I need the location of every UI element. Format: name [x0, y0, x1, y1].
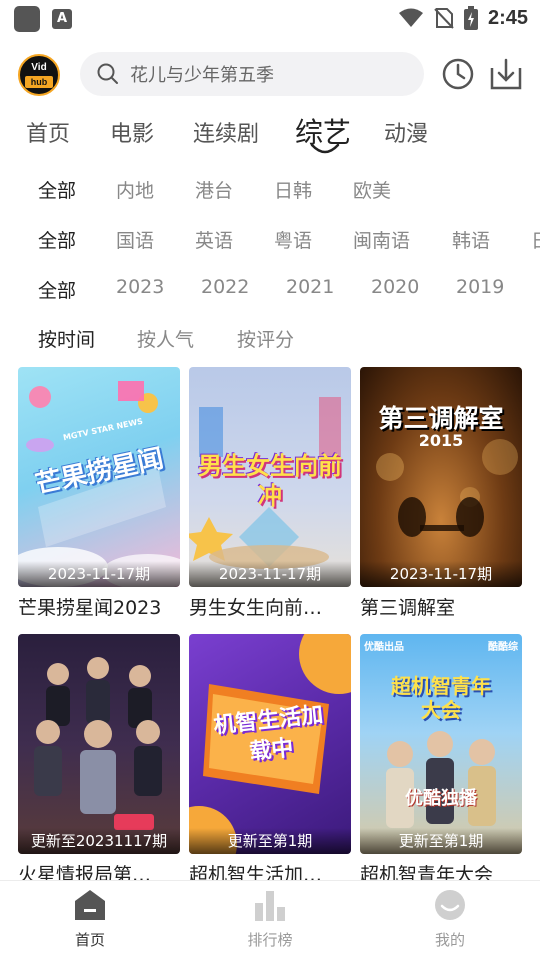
filter-year-2022[interactable]: 2022 [201, 276, 249, 298]
nav-home-label: 首页 [74, 931, 105, 949]
filter-lang-cantonese[interactable]: 粤语 [274, 226, 312, 253]
bottom-navigation: 首页 排行榜 我的 [0, 880, 540, 960]
tab-series[interactable]: 连续剧 [193, 116, 259, 148]
logo-text-bottom: hub [25, 76, 53, 88]
app-square-icon [14, 6, 40, 32]
episode-badge: 更新至第1期 [189, 828, 351, 854]
filter-row-sort: 按时间 按人气 按评分 [0, 321, 540, 355]
poster-art [386, 731, 496, 828]
video-card[interactable]: 第三调解室 2015 2023-11-17期 第三调解室 [360, 367, 522, 620]
filter-row-language: 全部 国语 英语 粤语 闽南语 韩语 日 [0, 222, 540, 256]
poster-corner-left: 优酷出品 [364, 642, 404, 653]
status-time: 2:45 [487, 6, 528, 29]
nav-ranking-label: 排行榜 [247, 931, 293, 949]
filter-lang-korean[interactable]: 韩语 [452, 226, 490, 253]
episode-badge: 2023-11-17期 [189, 561, 351, 587]
filter-lang-all[interactable]: 全部 [38, 226, 76, 253]
tab-home[interactable]: 首页 [26, 116, 70, 148]
filter-region-jpkr[interactable]: 日韩 [274, 176, 312, 203]
episode-badge: 2023-11-17期 [18, 561, 180, 587]
app-logo[interactable]: Vid hub [18, 54, 60, 96]
a-notification-icon: A [52, 9, 72, 29]
search-placeholder: 花儿与少年第五季 [130, 65, 274, 86]
filter-row-region: 全部 内地 港台 日韩 欧美 [0, 172, 540, 206]
episode-badge: 更新至20231117期 [18, 828, 180, 854]
filter-region-mainland[interactable]: 内地 [116, 176, 154, 203]
video-card[interactable]: 更新至20231117期 火星情报局第… [18, 634, 180, 887]
video-card[interactable]: 机智生活加载中 更新至第1期 超机智生活加… [189, 634, 351, 887]
filter-year-2020[interactable]: 2020 [371, 276, 419, 298]
top-header: Vid hub 花儿与少年第五季 [0, 48, 540, 104]
nav-ranking[interactable]: 排行榜 [220, 889, 320, 950]
sort-by-popularity[interactable]: 按人气 [137, 325, 194, 352]
filter-region-all[interactable]: 全部 [38, 176, 76, 203]
wifi-icon [398, 8, 423, 27]
poster-title-text: 超机智青年大会 [391, 674, 491, 722]
episode-badge: 2023-11-17期 [360, 561, 522, 587]
filter-lang-english[interactable]: 英语 [195, 226, 233, 253]
category-tabs: 首页 电影 连续剧 综艺 动漫 [0, 108, 540, 160]
filter-lang-minnan[interactable]: 闽南语 [353, 226, 410, 253]
filter-year-2023[interactable]: 2023 [116, 276, 164, 298]
poster-title-text: 第三调解室 [378, 404, 504, 433]
status-bar: A 2:45 [0, 0, 540, 36]
sort-by-time[interactable]: 按时间 [38, 325, 95, 352]
download-icon[interactable] [488, 56, 524, 92]
video-card[interactable]: 优酷出品 酷酷综 超机智青年大会 优酷独播 更新至第1期 超机智青年大会 [360, 634, 522, 887]
battery-charging-icon [463, 6, 478, 30]
nav-profile-label: 我的 [434, 931, 465, 949]
poster-title-text: 男生女生向前冲 [198, 452, 342, 510]
filter-region-euus[interactable]: 欧美 [353, 176, 391, 203]
video-card[interactable]: 芒果捞星闻 MGTV STAR NEWS 2023-11-17期 芒果捞星闻20… [18, 367, 180, 620]
filter-lang-japanese[interactable]: 日 [531, 226, 540, 253]
home-icon [75, 890, 105, 920]
episode-badge: 更新至第1期 [360, 828, 522, 854]
nav-home[interactable]: 首页 [40, 889, 140, 950]
poster-image[interactable]: 男生女生向前冲 2023-11-17期 [189, 367, 351, 587]
ranking-bars-icon [255, 891, 285, 921]
logo-text-top: Vid [31, 62, 47, 73]
no-sim-icon [434, 8, 454, 29]
card-title: 第三调解室 [360, 597, 456, 619]
poster-art [34, 657, 162, 830]
search-icon [97, 63, 118, 84]
poster-corner-right: 酷酷综 [488, 642, 518, 653]
filter-year-all[interactable]: 全部 [38, 276, 76, 303]
active-tab-indicator [310, 143, 340, 154]
history-clock-icon[interactable] [440, 56, 476, 92]
poster-image[interactable]: 机智生活加载中 更新至第1期 [189, 634, 351, 854]
sort-by-rating[interactable]: 按评分 [237, 325, 294, 352]
profile-icon [435, 890, 465, 920]
tab-movie[interactable]: 电影 [110, 116, 154, 148]
nav-profile[interactable]: 我的 [400, 889, 500, 950]
tab-anime[interactable]: 动漫 [384, 116, 428, 148]
filter-year-2019[interactable]: 2019 [456, 276, 504, 298]
poster-year-text: 2015 [418, 431, 464, 450]
search-input[interactable]: 花儿与少年第五季 [80, 52, 424, 96]
poster-exclusive-text: 优酷独播 [405, 788, 477, 809]
poster-image[interactable]: 优酷出品 酷酷综 超机智青年大会 优酷独播 更新至第1期 [360, 634, 522, 854]
filter-row-year: 全部 2023 2022 2021 2020 2019 [0, 272, 540, 306]
poster-image[interactable]: 更新至20231117期 [18, 634, 180, 854]
card-title: 芒果捞星闻2023 [18, 597, 162, 619]
filter-region-hktw[interactable]: 港台 [195, 176, 233, 203]
video-card[interactable]: 男生女生向前冲 2023-11-17期 男生女生向前… [189, 367, 351, 620]
poster-image[interactable]: 第三调解室 2015 2023-11-17期 [360, 367, 522, 587]
filter-lang-mandarin[interactable]: 国语 [116, 226, 154, 253]
card-title: 男生女生向前… [189, 597, 323, 619]
filter-year-2021[interactable]: 2021 [286, 276, 334, 298]
poster-image[interactable]: 芒果捞星闻 MGTV STAR NEWS 2023-11-17期 [18, 367, 180, 587]
